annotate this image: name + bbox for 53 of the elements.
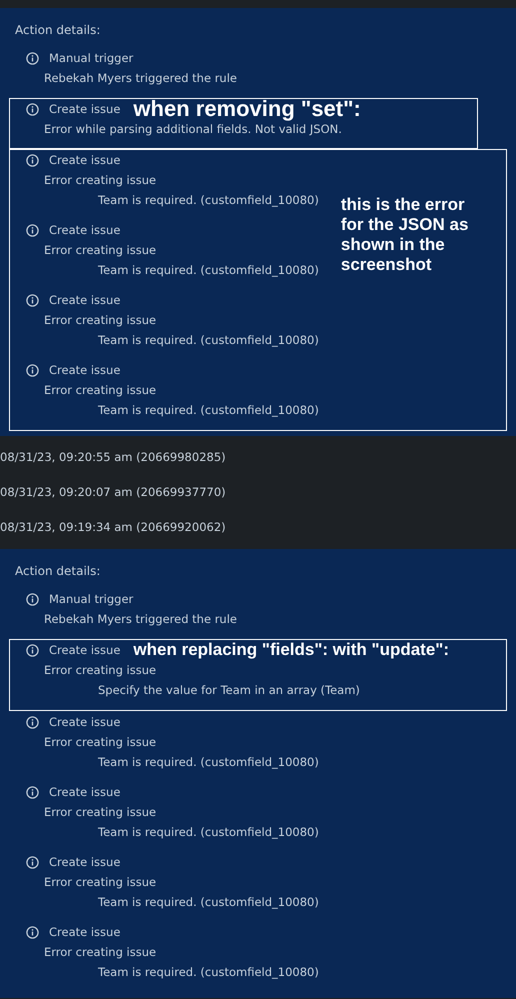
run-timestamp[interactable]: 08/31/23, 09:20:55 am (20669980285) bbox=[0, 447, 226, 467]
annotation-text: this is the error for the JSON as shown in the screenshot bbox=[340, 195, 470, 276]
info-icon bbox=[26, 364, 39, 376]
action-message: Error creating issue bbox=[44, 382, 156, 399]
action-message: Error creating issue bbox=[44, 804, 156, 821]
action-message: Error creating issue bbox=[44, 734, 156, 751]
info-icon bbox=[26, 154, 39, 166]
info-icon bbox=[26, 856, 39, 868]
error-detail: Specify the value for Team in an array (Team) bbox=[98, 682, 360, 699]
action-title: Create issue bbox=[49, 101, 120, 118]
run-timestamp[interactable]: 08/31/23, 09:20:07 am (20669937770) bbox=[0, 482, 226, 502]
info-icon bbox=[26, 786, 39, 798]
action-title: Create issue bbox=[49, 784, 120, 801]
action-title: Create issue bbox=[49, 924, 120, 941]
action-message: Error while parsing additional fields. Not valid JSON. bbox=[44, 121, 342, 138]
section-heading: Action details: bbox=[15, 22, 102, 39]
action-message: Error creating issue bbox=[44, 944, 156, 961]
action-title: Create issue bbox=[49, 292, 120, 309]
info-icon bbox=[26, 102, 39, 116]
run-timestamp[interactable]: 08/31/23, 09:19:34 am (20669920062) bbox=[0, 517, 226, 537]
action-title: Create issue bbox=[49, 642, 120, 659]
action-message: Error creating issue bbox=[44, 312, 156, 329]
error-detail: Team is required. (customfield_10080) bbox=[98, 262, 319, 279]
info-icon bbox=[26, 294, 39, 306]
action-title: Manual trigger bbox=[49, 50, 134, 67]
error-detail: Team is required. (customfield_10080) bbox=[98, 332, 319, 349]
error-detail: Team is required. (customfield_10080) bbox=[98, 824, 319, 841]
annotation-text: when replacing "fields": with "update": bbox=[133, 640, 450, 660]
info-icon bbox=[26, 224, 39, 236]
error-detail: Team is required. (customfield_10080) bbox=[98, 894, 319, 911]
action-message: Rebekah Myers triggered the rule bbox=[44, 70, 237, 87]
annotation-text: when removing "set": bbox=[133, 96, 362, 122]
info-icon bbox=[26, 716, 39, 728]
action-message: Error creating issue bbox=[44, 172, 156, 189]
section-heading: Action details: bbox=[15, 563, 102, 580]
action-title: Create issue bbox=[49, 854, 120, 871]
error-detail: Team is required. (customfield_10080) bbox=[98, 964, 319, 981]
error-detail: Team is required. (customfield_10080) bbox=[98, 754, 319, 771]
info-icon bbox=[26, 592, 39, 606]
info-icon bbox=[26, 644, 39, 656]
action-title: Create issue bbox=[49, 714, 120, 731]
error-detail: Team is required. (customfield_10080) bbox=[98, 402, 319, 419]
info-icon bbox=[26, 52, 39, 64]
action-title: Create issue bbox=[49, 362, 120, 379]
action-message: Error creating issue bbox=[44, 874, 156, 891]
action-message: Error creating issue bbox=[44, 662, 156, 679]
action-title: Create issue bbox=[49, 152, 120, 169]
action-title: Manual trigger bbox=[49, 591, 134, 608]
action-message: Rebekah Myers triggered the rule bbox=[44, 611, 237, 628]
action-title: Create issue bbox=[49, 222, 120, 239]
error-detail: Team is required. (customfield_10080) bbox=[98, 192, 319, 209]
action-message: Error creating issue bbox=[44, 242, 156, 259]
info-icon bbox=[26, 926, 39, 938]
